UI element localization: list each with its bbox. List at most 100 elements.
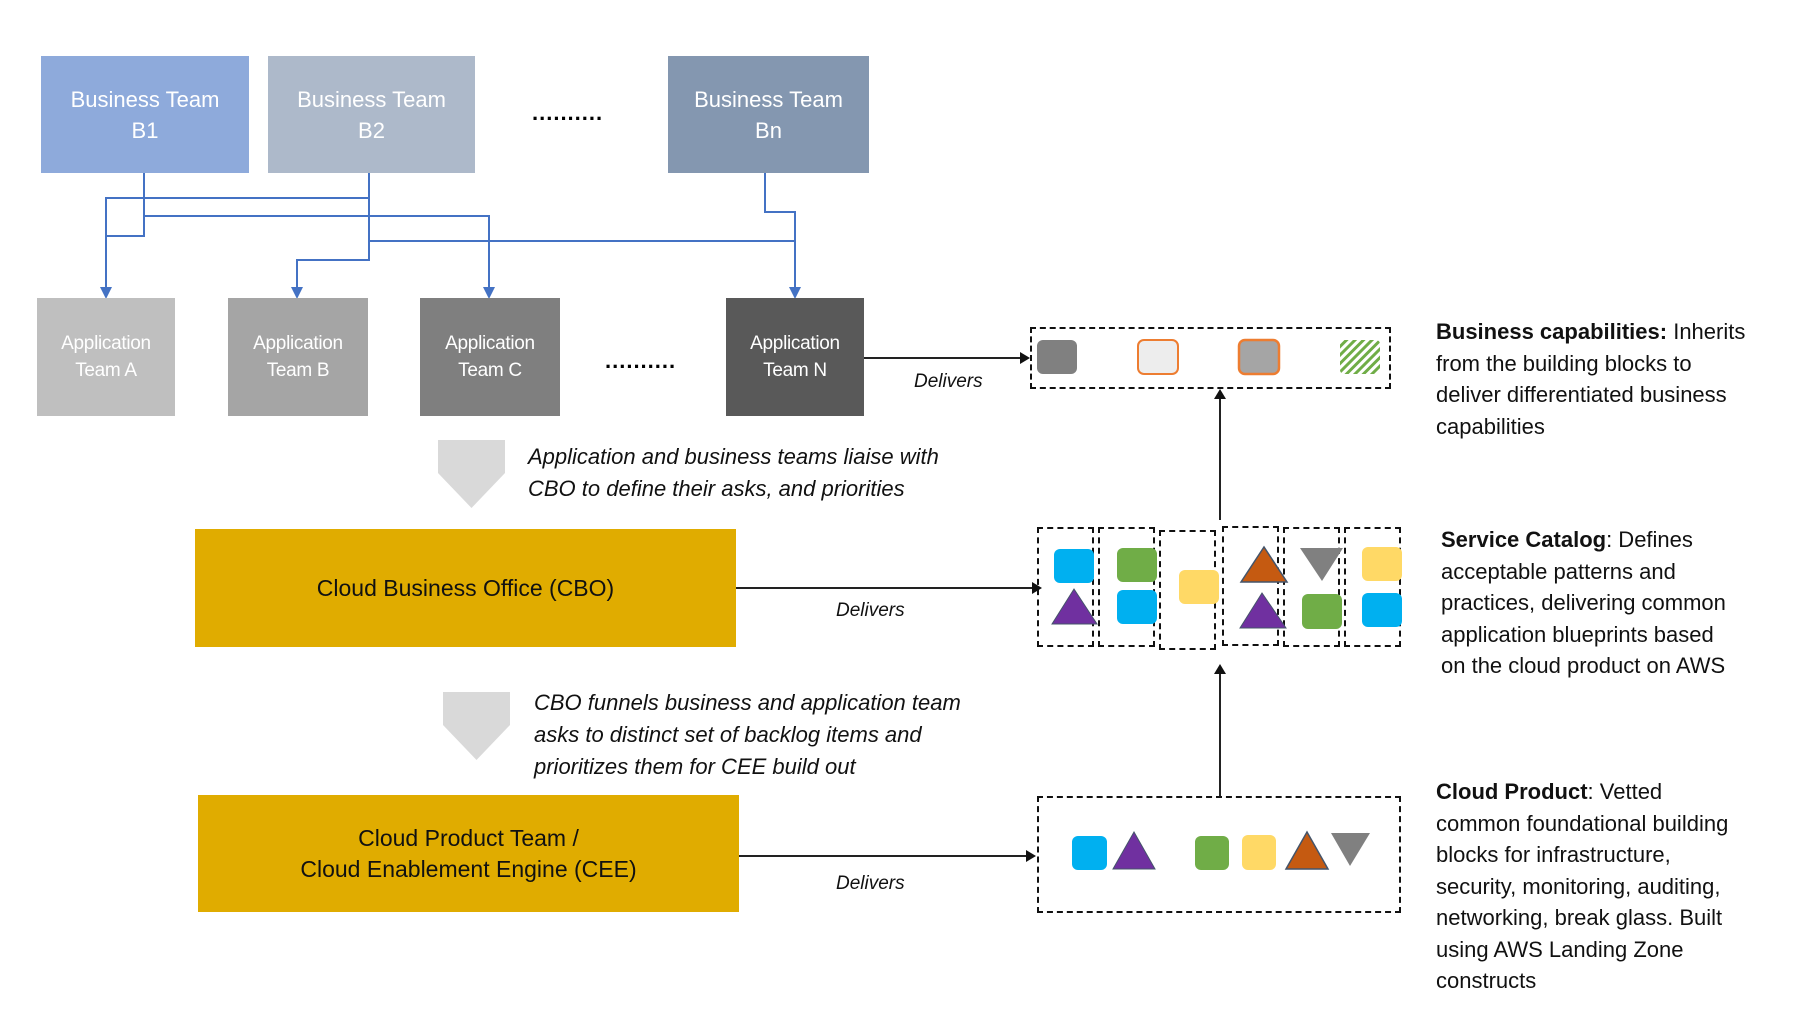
business-team-id: Bn <box>755 117 782 143</box>
application-team-c: Application Team C <box>420 298 560 416</box>
business-capability-items <box>1037 338 1380 376</box>
description-line: acceptable patterns and <box>1441 558 1676 584</box>
down-chevron-icon <box>443 692 510 760</box>
description-line: networking, break glass. Built <box>1436 905 1723 930</box>
description-line: : Vetted <box>1587 779 1663 804</box>
application-team-id: Team B <box>266 360 330 381</box>
connector-line <box>764 173 766 213</box>
business-team-bn: Business Team Bn <box>668 56 869 173</box>
yellow-square-icon <box>1242 835 1276 870</box>
business-teams-ellipsis: .......... <box>532 100 604 125</box>
business-capabilities-description: Business capabilities: Inherits from the… <box>1436 316 1745 442</box>
green-square-icon <box>1195 836 1229 870</box>
connector-line <box>105 235 145 237</box>
arrowhead-icon <box>1214 389 1226 399</box>
upward-arrow-line <box>1219 672 1221 796</box>
description-line: common foundational building <box>1436 810 1729 836</box>
business-team-b1: Business Team B1 <box>41 56 249 173</box>
connector-line <box>105 197 107 289</box>
service-catalog-description: Service Catalog: Defines acceptable patt… <box>1441 524 1726 682</box>
cloud-product-items <box>1072 830 1370 870</box>
connector-line <box>368 240 796 242</box>
upward-arrow-line <box>1219 396 1221 520</box>
cloud-product-description: Cloud Product: Vetted common foundationa… <box>1436 776 1728 997</box>
delivers-label: Delivers <box>836 873 905 894</box>
purple-triangle-icon <box>1051 588 1098 625</box>
connector-line <box>296 259 370 261</box>
business-team-label: Business Team <box>70 86 220 112</box>
service-catalog-items <box>1051 545 1402 629</box>
light-square-outlined-icon <box>1137 339 1179 375</box>
purple-triangle-icon <box>1239 592 1287 629</box>
connector-line <box>488 215 490 289</box>
cee-label-line2: Cloud Enablement Engine (CEE) <box>300 855 637 882</box>
flow-note-funnel: CBO funnels business and application tea… <box>534 687 961 783</box>
arrowhead-icon <box>1214 664 1226 674</box>
connector-line <box>105 197 370 199</box>
application-team-id: Team C <box>458 360 522 381</box>
application-team-n: Application Team N <box>726 298 864 416</box>
gray-square-icon <box>1037 340 1077 374</box>
connector-line <box>368 173 370 261</box>
flow-note-line: prioritizes them for CEE build out <box>534 754 856 779</box>
delivers-arrow-line <box>864 357 1022 359</box>
cloud-enablement-engine-box: Cloud Product Team / Cloud Enablement Eng… <box>198 795 739 912</box>
application-team-id: Team N <box>763 360 827 381</box>
connector-line <box>794 211 796 289</box>
description-title: Business capabilities: <box>1436 319 1668 344</box>
orange-triangle-icon <box>1284 830 1330 870</box>
down-chevron-icon <box>438 440 505 508</box>
description-line: constructs <box>1436 968 1537 993</box>
purple-triangle-icon <box>1112 830 1156 870</box>
application-team-label: Application <box>750 333 840 354</box>
application-teams-ellipsis: .......... <box>605 348 677 373</box>
business-team-id: B2 <box>358 117 385 143</box>
delivers-arrow-line <box>739 855 1029 857</box>
description-line: using AWS Landing Zone <box>1436 936 1684 962</box>
flow-note-line: CBO to define their asks, and priorities <box>528 476 905 501</box>
flow-note-line: Application and business teams liaise wi… <box>528 444 939 469</box>
yellow-square-icon <box>1179 570 1219 604</box>
description-line: application blueprints based <box>1441 621 1714 647</box>
description-title: Cloud Product <box>1436 779 1588 804</box>
cloud-business-office-box: Cloud Business Office (CBO) <box>195 529 736 647</box>
flow-note-liaise: Application and business teams liaise wi… <box>528 441 939 505</box>
business-team-label: Business Team <box>297 86 446 112</box>
green-square-icon <box>1302 594 1342 629</box>
cee-label-line1: Cloud Product Team / <box>358 824 579 851</box>
business-team-id: B1 <box>131 117 159 143</box>
flow-note-line: CBO funnels business and application tea… <box>534 690 961 715</box>
application-team-label: Application <box>61 333 151 354</box>
application-team-label: Application <box>445 333 535 354</box>
business-team-label: Business Team <box>694 86 843 112</box>
description-line: from the building blocks to <box>1436 350 1692 376</box>
description-line: deliver differentiated business <box>1436 382 1727 407</box>
description-line: practices, delivering common <box>1441 590 1726 615</box>
yellow-square-icon <box>1362 547 1402 581</box>
blue-square-icon <box>1362 593 1402 627</box>
connector-line <box>143 173 145 237</box>
description-line: security, monitoring, auditing, <box>1436 873 1721 899</box>
connector-line <box>143 215 490 217</box>
application-team-label: Application <box>253 333 343 354</box>
description-line: : Defines <box>1606 527 1693 552</box>
description-line: blocks for infrastructure, <box>1436 842 1671 867</box>
delivers-arrow-line <box>736 587 1036 589</box>
connector-line <box>764 211 796 213</box>
connector-line <box>296 259 298 289</box>
application-team-a: Application Team A <box>37 298 175 416</box>
gray-inverted-triangle-icon <box>1331 833 1370 866</box>
blue-square-icon <box>1072 836 1107 870</box>
cbo-label: Cloud Business Office (CBO) <box>316 574 615 601</box>
gray-square-outlined-icon <box>1237 338 1281 376</box>
green-square-icon <box>1117 548 1157 582</box>
business-team-b2: Business Team B2 <box>268 56 475 173</box>
delivers-label: Delivers <box>914 371 983 392</box>
application-team-b: Application Team B <box>228 298 368 416</box>
description-line: capabilities <box>1436 413 1545 439</box>
description-line: Inherits <box>1667 319 1746 344</box>
blue-square-icon <box>1054 549 1094 583</box>
delivers-label: Delivers <box>836 600 905 621</box>
gray-inverted-triangle-icon <box>1300 548 1343 581</box>
description-title: Service Catalog <box>1441 527 1607 552</box>
